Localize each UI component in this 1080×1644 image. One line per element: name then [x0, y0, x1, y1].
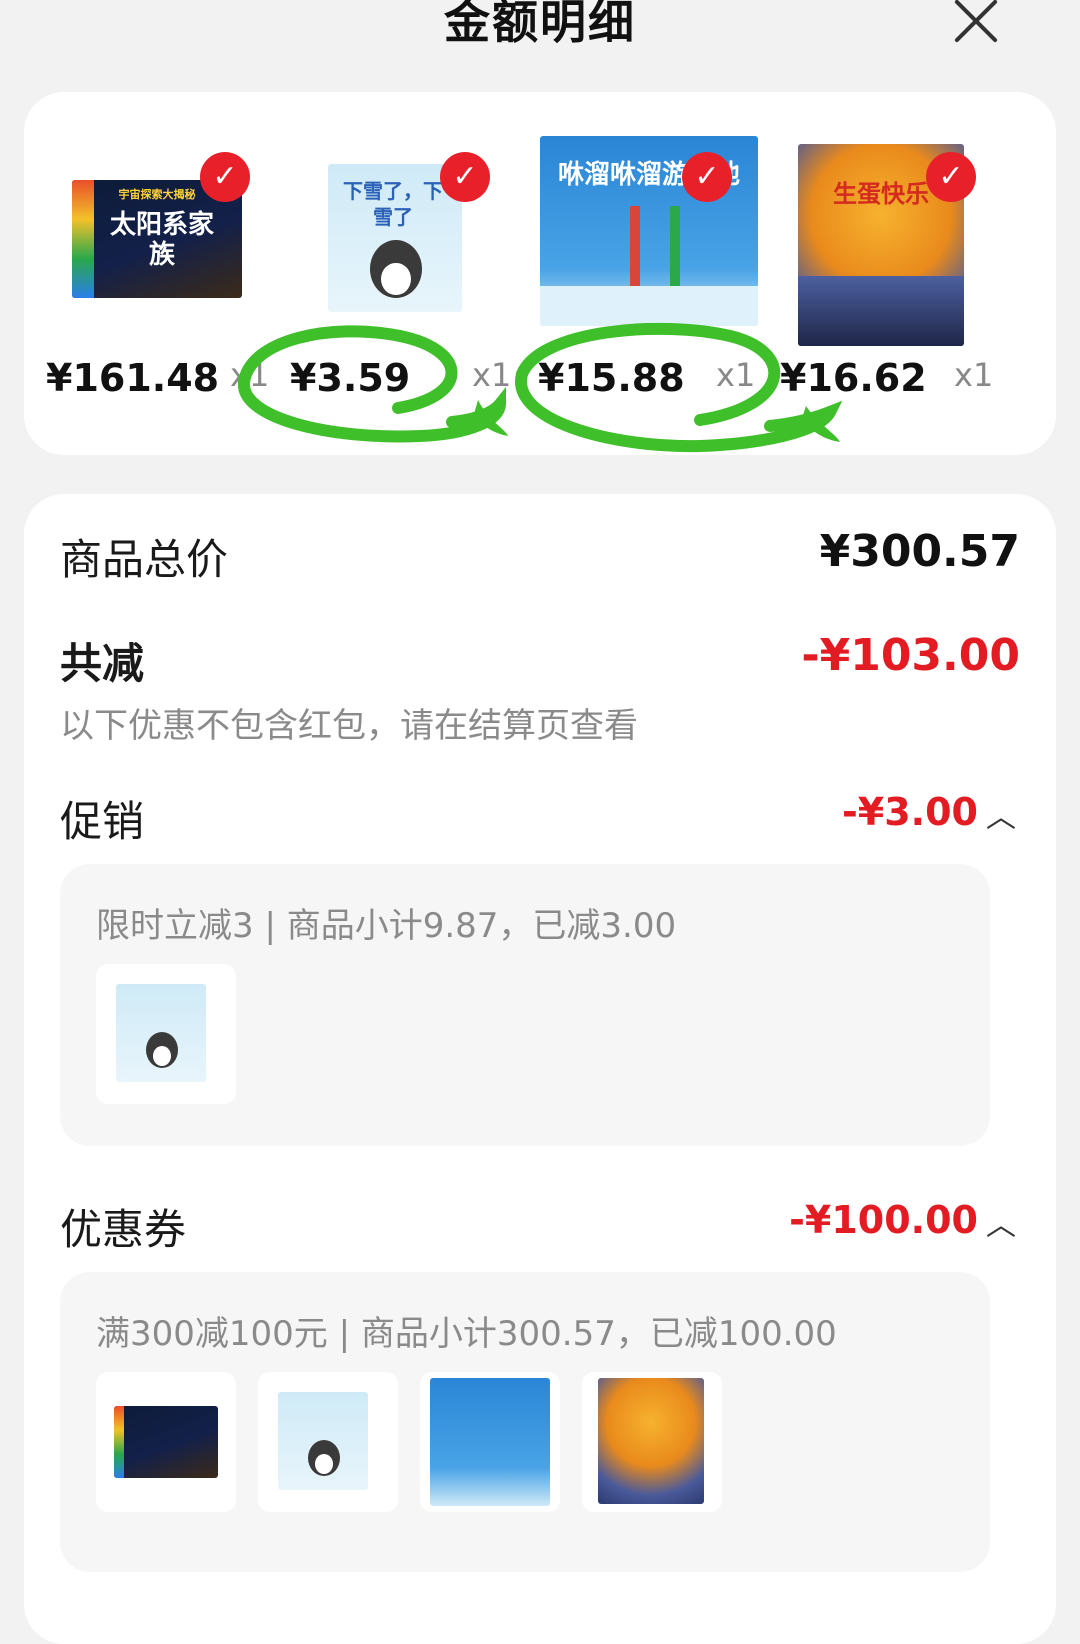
product-thumbnail[interactable]: [420, 1372, 560, 1512]
book-cover-image: [598, 1378, 704, 1504]
product-quantity: x1: [716, 356, 756, 394]
product-item[interactable]: 下雪了，下雪了 ✓ ¥3.59 x1: [276, 92, 528, 455]
product-quantity: x1: [954, 356, 994, 394]
product-quantity: x1: [472, 356, 512, 394]
promotion-group: 限时立减3 | 商品小计9.87，已减3.00: [60, 864, 990, 1146]
chevron-up-icon[interactable]: ︿: [986, 792, 1016, 836]
product-price: ¥3.59: [290, 356, 411, 400]
book-cover-image: [114, 1406, 218, 1478]
coupon-label: 优惠券: [60, 1205, 187, 1254]
product-thumbnail[interactable]: [96, 1372, 236, 1512]
header: 金额明细: [0, 0, 1080, 70]
product-list-card: 宇宙探索大揭秘 太阳系家族 ✓ ¥161.48 x1 下雪了，下雪了 ✓ ¥3.…: [24, 92, 1056, 455]
product-thumbnail[interactable]: [582, 1372, 722, 1512]
check-circle-icon[interactable]: ✓: [926, 152, 976, 202]
promotion-value[interactable]: -¥3.00: [842, 790, 978, 834]
total-reduction-label: 共减: [60, 639, 145, 688]
coupon-description: 满300减100元 | 商品小计300.57，已减100.00: [96, 1314, 837, 1354]
promotion-description: 限时立减3 | 商品小计9.87，已减3.00: [96, 906, 677, 946]
product-thumbnail[interactable]: [96, 964, 236, 1104]
coupon-group: 满300减100元 | 商品小计300.57，已减100.00: [60, 1272, 990, 1572]
coupon-value[interactable]: -¥100.00: [789, 1198, 978, 1242]
book-cover-image: [278, 1392, 368, 1490]
check-circle-icon[interactable]: ✓: [200, 152, 250, 202]
total-price-label: 商品总价: [60, 535, 229, 584]
check-circle-icon[interactable]: ✓: [682, 152, 732, 202]
cover-title: 太阳系家族: [109, 210, 214, 270]
product-quantity: x1: [230, 356, 270, 394]
promotion-label: 促销: [60, 797, 145, 846]
page-title: 金额明细: [444, 0, 636, 49]
total-reduction-value: -¥103.00: [801, 630, 1020, 681]
product-item[interactable]: 生蛋快乐 ✓ ¥16.62 x1: [780, 92, 1032, 455]
book-cover-image: [430, 1378, 550, 1506]
product-item[interactable]: 咻溜咻溜游泳池 ✓ ¥15.88 x1: [528, 92, 780, 455]
close-icon[interactable]: [950, 0, 1004, 46]
product-price: ¥16.62: [780, 356, 927, 400]
discount-note: 以下优惠不包含红包，请在结算页查看: [60, 706, 638, 746]
product-item[interactable]: 宇宙探索大揭秘 太阳系家族 ✓ ¥161.48 x1: [24, 92, 276, 455]
amount-detail-card: 商品总价 ¥300.57 共减 -¥103.00 以下优惠不包含红包，请在结算页…: [24, 494, 1056, 1644]
product-price: ¥15.88: [538, 356, 685, 400]
product-price: ¥161.48: [46, 356, 220, 400]
product-thumbnail[interactable]: [258, 1372, 398, 1512]
check-circle-icon[interactable]: ✓: [440, 152, 490, 202]
book-cover-image: [116, 984, 206, 1082]
cover-title: 下雪了，下雪了: [343, 179, 443, 229]
total-price-value: ¥300.57: [819, 526, 1020, 577]
chevron-up-icon[interactable]: ︿: [986, 1200, 1016, 1244]
